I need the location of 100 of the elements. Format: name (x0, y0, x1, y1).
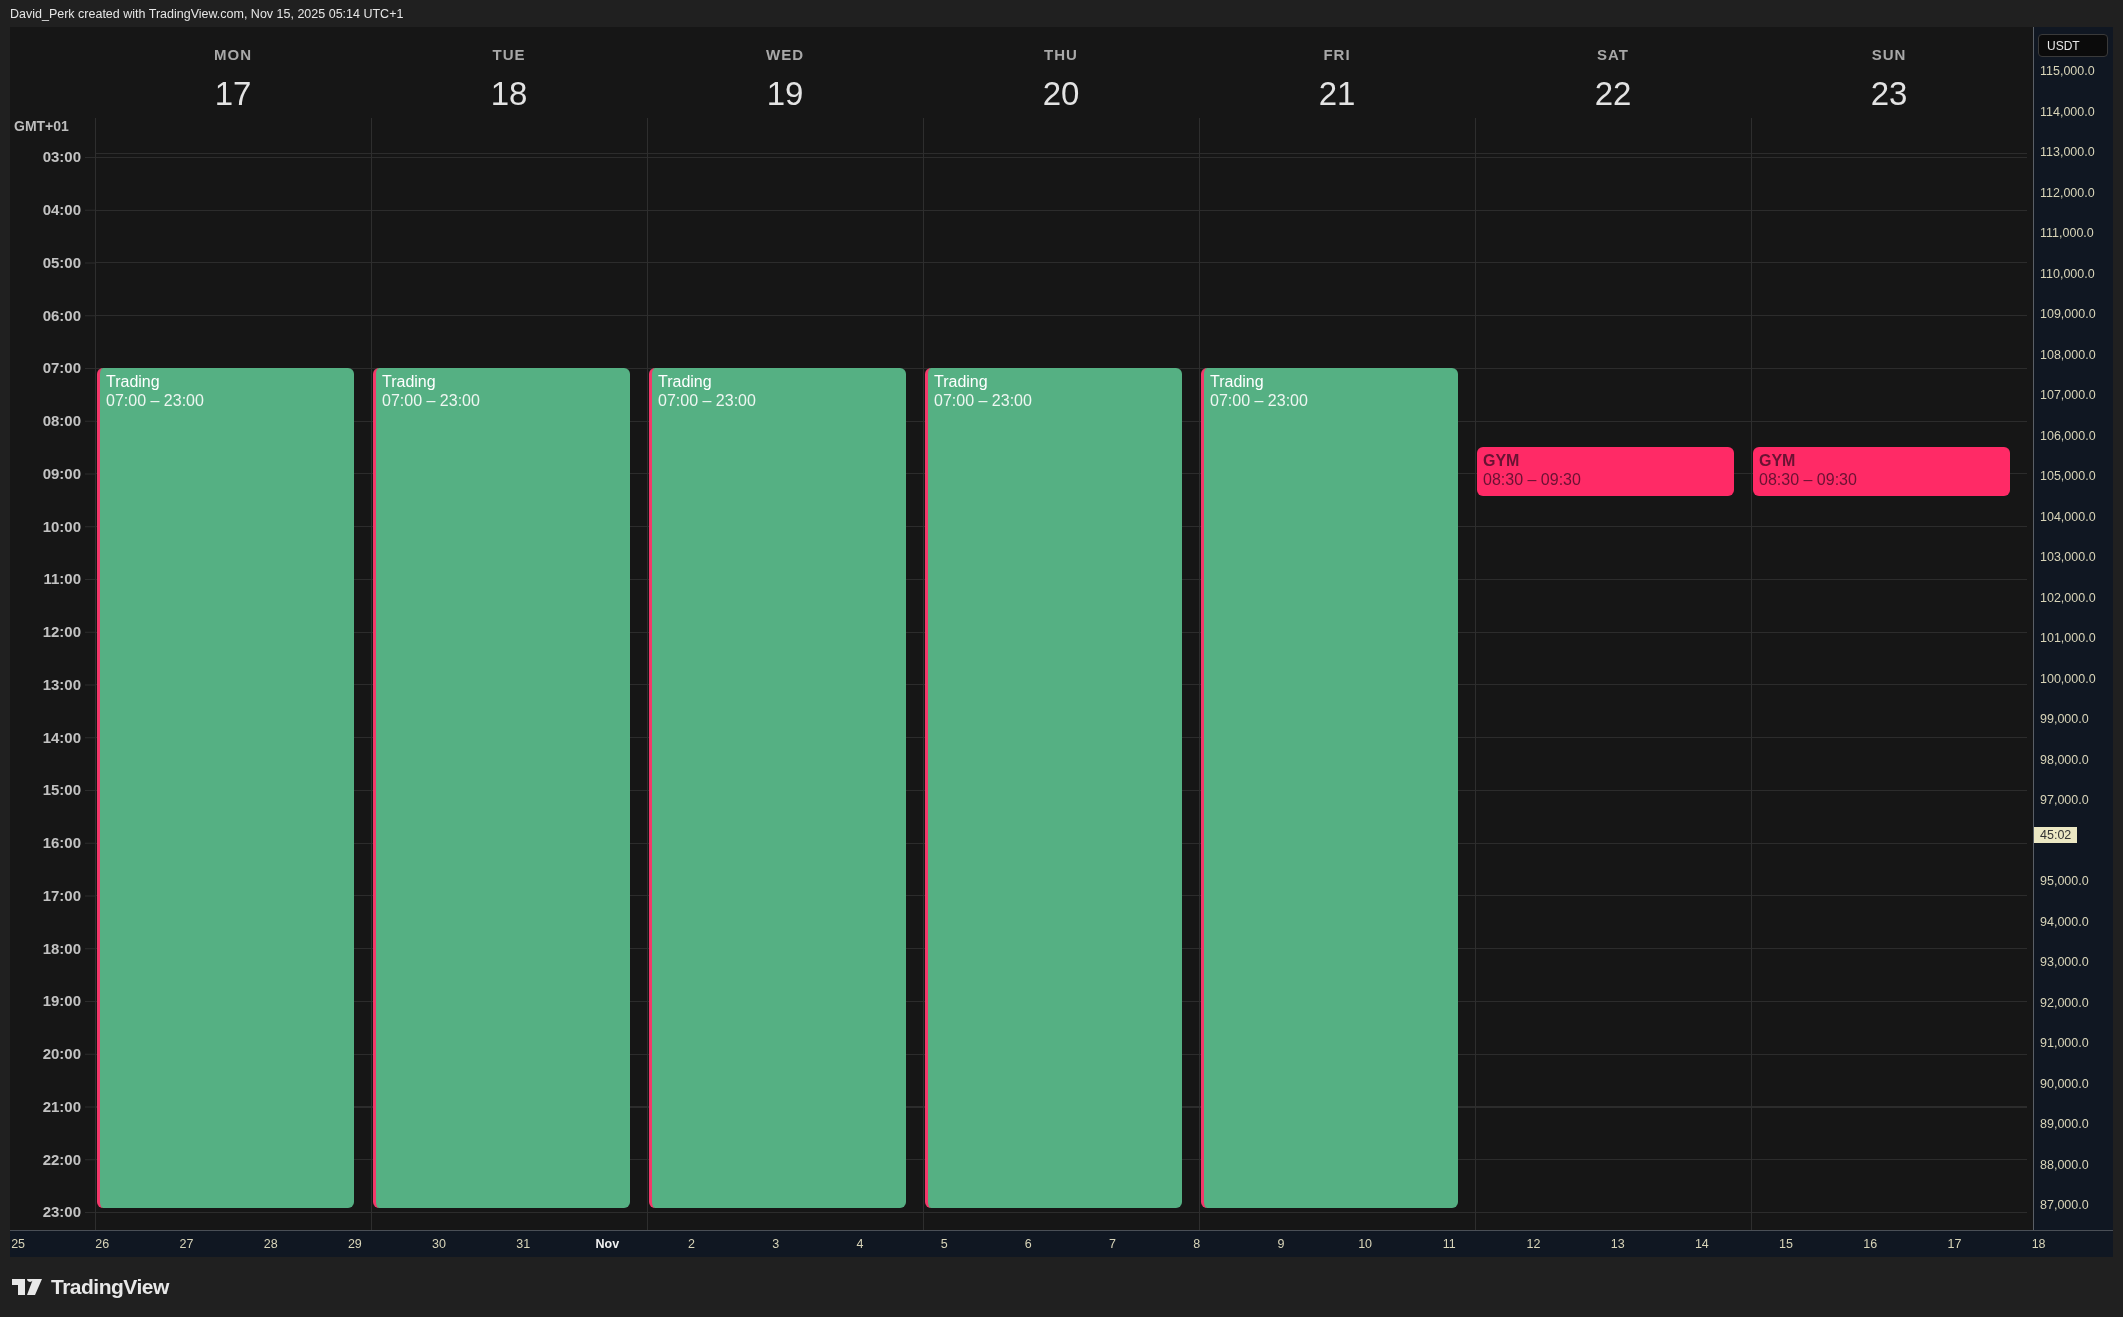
price-label: 108,000.0 (2039, 347, 2096, 362)
date-number: 21 (1318, 75, 1356, 113)
price-label: 105,000.0 (2039, 469, 2096, 484)
price-label: 112,000.0 (2039, 185, 2095, 200)
price-label: 98,000.0 (2039, 752, 2089, 767)
hour-label: 06:00 (42, 306, 81, 324)
date-tick-label: 30 (431, 1237, 447, 1251)
calendar-event[interactable]: Trading 07:00 – 23:00 (925, 368, 1182, 1208)
hour-label: 11:00 (43, 570, 81, 588)
price-label: 100,000.0 (2039, 671, 2096, 686)
weekday-label: THU (1044, 46, 1078, 63)
logo-wordmark[interactable]: TradingView (51, 1275, 169, 1299)
date-tick-label: 16 (1862, 1237, 1879, 1251)
date-tick-label: 31 (515, 1237, 532, 1251)
date-tick-label: 4 (855, 1237, 865, 1251)
price-label: 94,000.0 (2039, 914, 2089, 929)
date-tick-label: 25 (10, 1237, 27, 1251)
price-label: 110,000.0 (2039, 266, 2095, 281)
date-tick-label: 17 (1946, 1237, 1963, 1251)
date-number: 22 (1594, 75, 1632, 113)
date-tick-label: 15 (1778, 1237, 1794, 1251)
weekday-label: MON (214, 46, 252, 63)
price-label: 93,000.0 (2039, 955, 2089, 970)
date-tick-label: 7 (1108, 1237, 1117, 1251)
hour-label: 09:00 (42, 464, 81, 482)
price-label: 104,000.0 (2039, 509, 2096, 524)
date-number: 23 (1870, 75, 1908, 113)
hour-label: 12:00 (42, 623, 81, 641)
calendar-event[interactable]: Trading 07:00 – 23:00 (373, 368, 630, 1208)
hour-label: 05:00 (42, 253, 81, 271)
timezone-label: GMT+01 (14, 118, 69, 134)
date-tick-label: 9 (1276, 1237, 1286, 1251)
price-label: 88,000.0 (2039, 1157, 2089, 1172)
hour-label: 20:00 (42, 1045, 81, 1063)
date-tick-label: 2 (687, 1237, 697, 1251)
price-label: 90,000.0 (2039, 1076, 2089, 1091)
calendar-event[interactable]: Trading 07:00 – 23:00 (97, 368, 354, 1208)
date-tick-label: 26 (94, 1237, 111, 1251)
price-label: 92,000.0 (2039, 995, 2089, 1010)
calendar-event[interactable]: GYM 08:30 – 09:30 (1753, 447, 2010, 496)
hour-label: 21:00 (42, 1097, 81, 1115)
hour-label: 07:00 (42, 359, 81, 377)
hour-label: 10:00 (42, 517, 81, 535)
date-tick-label: 8 (1192, 1237, 1202, 1251)
hour-label: 17:00 (42, 886, 81, 904)
logo-icon (12, 1279, 44, 1295)
hour-label: 08:00 (42, 412, 81, 430)
date-tick-label: 13 (1609, 1237, 1626, 1251)
hour-label: 15:00 (42, 781, 81, 799)
date-number: 20 (1042, 75, 1080, 113)
price-label: 114,000.0 (2039, 104, 2095, 119)
chart-caption: David_Perk created with TradingView.com, Nov 15, 2025 05:14 UTC+1 (10, 6, 404, 21)
hour-label: 14:00 (42, 728, 81, 746)
price-label: 107,000.0 (2039, 388, 2096, 403)
hour-label: 03:00 (42, 148, 81, 166)
date-tick-label: 12 (1525, 1237, 1542, 1251)
weekday-label: WED (766, 46, 804, 63)
hour-label: 18:00 (42, 939, 81, 957)
hour-label: 19:00 (42, 992, 81, 1010)
date-tick-label: 3 (771, 1237, 781, 1251)
price-label: 89,000.0 (2039, 1117, 2089, 1132)
price-label: 113,000.0 (2039, 145, 2095, 160)
price-label: 95,000.0 (2039, 874, 2089, 889)
date-tick-label: Nov (594, 1237, 621, 1251)
weekday-label: FRI (1323, 46, 1351, 63)
date-tick-label: 27 (178, 1237, 195, 1251)
date-tick-label: 11 (1441, 1237, 1457, 1251)
price-label: 97,000.0 (2039, 793, 2089, 808)
weekday-label: SAT (1597, 46, 1629, 63)
countdown-tag: 45:02 (2034, 826, 2078, 843)
hour-label: 23:00 (42, 1203, 81, 1221)
hour-label: 22:00 (42, 1150, 81, 1168)
date-tick-label: 14 (1693, 1237, 1710, 1251)
date-number: 19 (766, 75, 804, 113)
date-tick-label: 29 (346, 1237, 363, 1251)
price-label: 106,000.0 (2039, 428, 2096, 443)
weekday-label: SUN (1871, 46, 1907, 63)
calendar-event[interactable]: GYM 08:30 – 09:30 (1477, 447, 1734, 496)
hour-label: 16:00 (42, 834, 81, 852)
currency-button[interactable]: USDT (2038, 34, 2108, 57)
price-label: 115,000.0 (2039, 64, 2095, 79)
price-label: 87,000.0 (2039, 1198, 2089, 1213)
date-tick-label: 18 (2030, 1237, 2047, 1251)
date-tick-label: 6 (1023, 1237, 1033, 1251)
price-label: 99,000.0 (2039, 712, 2089, 727)
date-tick-label: 28 (262, 1237, 279, 1251)
date-tick-label: 10 (1357, 1237, 1374, 1251)
calendar-event[interactable]: Trading 07:00 – 23:00 (1201, 368, 1458, 1208)
date-number: 18 (490, 75, 528, 113)
weekday-label: TUE (492, 46, 526, 63)
date-number: 17 (214, 75, 252, 113)
price-label: 103,000.0 (2039, 550, 2096, 565)
price-label: 102,000.0 (2039, 590, 2096, 605)
hour-label: 04:00 (42, 201, 81, 219)
price-label: 111,000.0 (2039, 226, 2094, 241)
price-label: 91,000.0 (2039, 1036, 2089, 1051)
date-tick-label: 5 (939, 1237, 949, 1251)
price-label: 109,000.0 (2039, 307, 2096, 322)
calendar-event[interactable]: Trading 07:00 – 23:00 (649, 368, 906, 1208)
price-label: 101,000.0 (2039, 631, 2096, 646)
